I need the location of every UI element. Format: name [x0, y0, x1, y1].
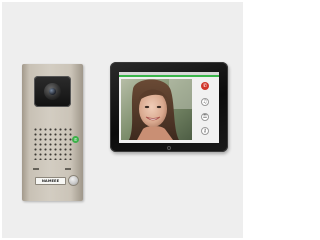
- bell-icon: ♫: [202, 98, 208, 105]
- unlock-button[interactable]: ⚿: [201, 113, 209, 121]
- nameplate-label: NAMEEE: [41, 179, 60, 183]
- visitor-video-image: [121, 79, 192, 140]
- accent-bar: [119, 75, 219, 77]
- key-icon: ⚷: [203, 127, 207, 134]
- monitor-screen: ✆ ♫ ⚿ ⚷: [119, 72, 219, 143]
- door-intercom-panel: NAMEEE: [22, 64, 83, 201]
- microphone-right: [65, 168, 71, 170]
- key-button[interactable]: ⚷: [201, 127, 209, 135]
- unlock-icon: ⚿: [203, 113, 207, 120]
- phone-down-icon: ✆: [202, 82, 208, 89]
- product-backdrop: NAMEEE ✆ ♫ ⚿ ⚷ ✆: [2, 2, 243, 238]
- speaker-grille: [33, 127, 73, 160]
- video-feed: [121, 79, 192, 140]
- call-controls: ✆ ♫ ⚿ ⚷: [193, 79, 219, 140]
- tablet-home-button[interactable]: [167, 146, 171, 150]
- hang-up-button[interactable]: ✆: [201, 82, 209, 90]
- call-button[interactable]: [69, 176, 78, 185]
- answer-call-button[interactable]: ✆: [72, 136, 79, 143]
- answer-call-icon: ✆: [73, 137, 78, 142]
- camera-icon: [34, 76, 71, 107]
- mute-button[interactable]: ♫: [201, 98, 209, 106]
- microphone-left: [33, 168, 39, 170]
- camera-lens: [49, 88, 56, 95]
- camera-lens-ring: [44, 83, 61, 100]
- nameplate: NAMEEE: [35, 177, 66, 185]
- tablet-monitor: ✆ ♫ ⚿ ⚷: [110, 62, 228, 152]
